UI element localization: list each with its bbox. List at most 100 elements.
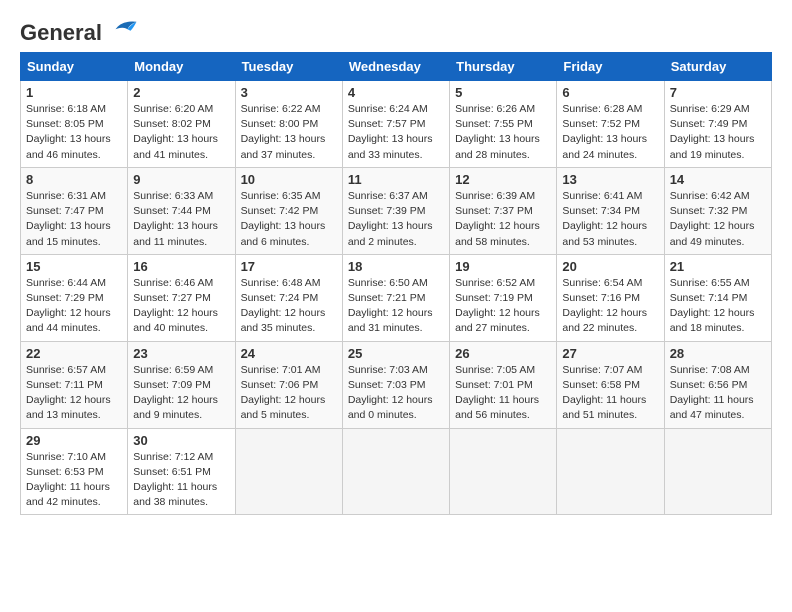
day-number: 30 bbox=[133, 433, 229, 448]
calendar-cell: 20Sunrise: 6:54 AMSunset: 7:16 PMDayligh… bbox=[557, 254, 664, 341]
calendar-cell: 28 Sunrise: 7:08 AMSunset: 6:56 PMDayligh… bbox=[664, 341, 771, 428]
day-number: 15 bbox=[26, 259, 122, 274]
calendar-cell: 25 Sunrise: 7:03 AMSunset: 7:03 PMDayligh… bbox=[342, 341, 449, 428]
calendar-cell: 14Sunrise: 6:42 AMSunset: 7:32 PMDayligh… bbox=[664, 167, 771, 254]
day-number: 22 bbox=[26, 346, 122, 361]
calendar-cell: 13 Sunrise: 6:41 AMSunset: 7:34 PMDayligh… bbox=[557, 167, 664, 254]
calendar-cell bbox=[235, 428, 342, 515]
day-info: Sunrise: 6:26 AMSunset: 7:55 PMDaylight:… bbox=[455, 102, 551, 163]
day-number: 9 bbox=[133, 172, 229, 187]
day-number: 27 bbox=[562, 346, 658, 361]
calendar-cell: 19 Sunrise: 6:52 AMSunset: 7:19 PMDayligh… bbox=[450, 254, 557, 341]
calendar-cell: 22 Sunrise: 6:57 AMSunset: 7:11 PMDayligh… bbox=[21, 341, 128, 428]
day-info: Sunrise: 6:57 AMSunset: 7:11 PMDaylight:… bbox=[26, 363, 122, 424]
calendar-cell: 3 Sunrise: 6:22 AMSunset: 8:00 PMDaylight… bbox=[235, 81, 342, 168]
day-info: Sunrise: 7:05 AMSunset: 7:01 PMDaylight:… bbox=[455, 363, 551, 424]
calendar-cell: 7 Sunrise: 6:29 AMSunset: 7:49 PMDaylight… bbox=[664, 81, 771, 168]
calendar-cell: 18 Sunrise: 6:50 AMSunset: 7:21 PMDayligh… bbox=[342, 254, 449, 341]
day-number: 5 bbox=[455, 85, 551, 100]
logo: General bbox=[20, 20, 138, 42]
calendar-cell: 29 Sunrise: 7:10 AMSunset: 6:53 PMDayligh… bbox=[21, 428, 128, 515]
logo-general: General bbox=[20, 20, 102, 45]
calendar-cell: 12 Sunrise: 6:39 AMSunset: 7:37 PMDayligh… bbox=[450, 167, 557, 254]
day-info: Sunrise: 6:24 AMSunset: 7:57 PMDaylight:… bbox=[348, 102, 444, 163]
day-number: 28 bbox=[670, 346, 766, 361]
weekday-header-sunday: Sunday bbox=[21, 53, 128, 81]
calendar-cell: 27 Sunrise: 7:07 AMSunset: 6:58 PMDayligh… bbox=[557, 341, 664, 428]
calendar-cell bbox=[664, 428, 771, 515]
day-number: 19 bbox=[455, 259, 551, 274]
calendar-cell bbox=[342, 428, 449, 515]
day-number: 13 bbox=[562, 172, 658, 187]
day-info: Sunrise: 7:12 AMSunset: 6:51 PMDaylight:… bbox=[133, 450, 229, 511]
day-number: 23 bbox=[133, 346, 229, 361]
day-info: Sunrise: 6:44 AMSunset: 7:29 PMDaylight:… bbox=[26, 276, 122, 337]
day-number: 17 bbox=[241, 259, 337, 274]
day-info: Sunrise: 7:03 AMSunset: 7:03 PMDaylight:… bbox=[348, 363, 444, 424]
day-info: Sunrise: 6:37 AMSunset: 7:39 PMDaylight:… bbox=[348, 189, 444, 250]
calendar-cell: 30 Sunrise: 7:12 AMSunset: 6:51 PMDayligh… bbox=[128, 428, 235, 515]
weekday-header-wednesday: Wednesday bbox=[342, 53, 449, 81]
day-number: 21 bbox=[670, 259, 766, 274]
day-info: Sunrise: 6:35 AMSunset: 7:42 PMDaylight:… bbox=[241, 189, 337, 250]
weekday-header-saturday: Saturday bbox=[664, 53, 771, 81]
calendar-cell bbox=[450, 428, 557, 515]
logo-bird-icon bbox=[108, 18, 138, 36]
day-info: Sunrise: 6:29 AMSunset: 7:49 PMDaylight:… bbox=[670, 102, 766, 163]
day-info: Sunrise: 7:07 AMSunset: 6:58 PMDaylight:… bbox=[562, 363, 658, 424]
day-info: Sunrise: 6:50 AMSunset: 7:21 PMDaylight:… bbox=[348, 276, 444, 337]
day-info: Sunrise: 6:31 AMSunset: 7:47 PMDaylight:… bbox=[26, 189, 122, 250]
calendar-cell: 15 Sunrise: 6:44 AMSunset: 7:29 PMDayligh… bbox=[21, 254, 128, 341]
day-info: Sunrise: 7:10 AMSunset: 6:53 PMDaylight:… bbox=[26, 450, 122, 511]
calendar-cell: 2 Sunrise: 6:20 AMSunset: 8:02 PMDaylight… bbox=[128, 81, 235, 168]
day-info: Sunrise: 7:08 AMSunset: 6:56 PMDaylight:… bbox=[670, 363, 766, 424]
calendar-cell: 9 Sunrise: 6:33 AMSunset: 7:44 PMDaylight… bbox=[128, 167, 235, 254]
day-number: 2 bbox=[133, 85, 229, 100]
day-info: Sunrise: 6:33 AMSunset: 7:44 PMDaylight:… bbox=[133, 189, 229, 250]
calendar-cell: 16 Sunrise: 6:46 AMSunset: 7:27 PMDayligh… bbox=[128, 254, 235, 341]
day-info: Sunrise: 6:48 AMSunset: 7:24 PMDaylight:… bbox=[241, 276, 337, 337]
day-info: Sunrise: 6:54 AMSunset: 7:16 PMDaylight:… bbox=[562, 276, 658, 337]
day-number: 25 bbox=[348, 346, 444, 361]
calendar-cell: 5 Sunrise: 6:26 AMSunset: 7:55 PMDaylight… bbox=[450, 81, 557, 168]
day-info: Sunrise: 6:59 AMSunset: 7:09 PMDaylight:… bbox=[133, 363, 229, 424]
weekday-header-friday: Friday bbox=[557, 53, 664, 81]
day-info: Sunrise: 6:39 AMSunset: 7:37 PMDaylight:… bbox=[455, 189, 551, 250]
day-number: 7 bbox=[670, 85, 766, 100]
day-number: 29 bbox=[26, 433, 122, 448]
day-number: 16 bbox=[133, 259, 229, 274]
day-info: Sunrise: 6:55 AMSunset: 7:14 PMDaylight:… bbox=[670, 276, 766, 337]
day-number: 24 bbox=[241, 346, 337, 361]
day-number: 10 bbox=[241, 172, 337, 187]
day-number: 6 bbox=[562, 85, 658, 100]
weekday-header-thursday: Thursday bbox=[450, 53, 557, 81]
day-info: Sunrise: 6:41 AMSunset: 7:34 PMDaylight:… bbox=[562, 189, 658, 250]
calendar-cell: 26 Sunrise: 7:05 AMSunset: 7:01 PMDayligh… bbox=[450, 341, 557, 428]
calendar-cell: 6Sunrise: 6:28 AMSunset: 7:52 PMDaylight… bbox=[557, 81, 664, 168]
day-info: Sunrise: 6:46 AMSunset: 7:27 PMDaylight:… bbox=[133, 276, 229, 337]
calendar-cell: 24 Sunrise: 7:01 AMSunset: 7:06 PMDayligh… bbox=[235, 341, 342, 428]
weekday-header-monday: Monday bbox=[128, 53, 235, 81]
calendar-cell: 23 Sunrise: 6:59 AMSunset: 7:09 PMDayligh… bbox=[128, 341, 235, 428]
day-number: 26 bbox=[455, 346, 551, 361]
day-info: Sunrise: 6:52 AMSunset: 7:19 PMDaylight:… bbox=[455, 276, 551, 337]
day-info: Sunrise: 6:20 AMSunset: 8:02 PMDaylight:… bbox=[133, 102, 229, 163]
calendar-cell: 1 Sunrise: 6:18 AMSunset: 8:05 PMDaylight… bbox=[21, 81, 128, 168]
calendar-cell: 11Sunrise: 6:37 AMSunset: 7:39 PMDayligh… bbox=[342, 167, 449, 254]
calendar-cell: 4 Sunrise: 6:24 AMSunset: 7:57 PMDaylight… bbox=[342, 81, 449, 168]
day-info: Sunrise: 6:42 AMSunset: 7:32 PMDaylight:… bbox=[670, 189, 766, 250]
calendar-cell: 21 Sunrise: 6:55 AMSunset: 7:14 PMDayligh… bbox=[664, 254, 771, 341]
calendar-cell: 17 Sunrise: 6:48 AMSunset: 7:24 PMDayligh… bbox=[235, 254, 342, 341]
day-number: 4 bbox=[348, 85, 444, 100]
calendar-cell bbox=[557, 428, 664, 515]
day-number: 1 bbox=[26, 85, 122, 100]
day-info: Sunrise: 7:01 AMSunset: 7:06 PMDaylight:… bbox=[241, 363, 337, 424]
day-info: Sunrise: 6:22 AMSunset: 8:00 PMDaylight:… bbox=[241, 102, 337, 163]
weekday-header-tuesday: Tuesday bbox=[235, 53, 342, 81]
day-info: Sunrise: 6:18 AMSunset: 8:05 PMDaylight:… bbox=[26, 102, 122, 163]
calendar-table: SundayMondayTuesdayWednesdayThursdayFrid… bbox=[20, 52, 772, 515]
day-number: 3 bbox=[241, 85, 337, 100]
calendar-cell: 10 Sunrise: 6:35 AMSunset: 7:42 PMDayligh… bbox=[235, 167, 342, 254]
day-number: 12 bbox=[455, 172, 551, 187]
day-number: 18 bbox=[348, 259, 444, 274]
